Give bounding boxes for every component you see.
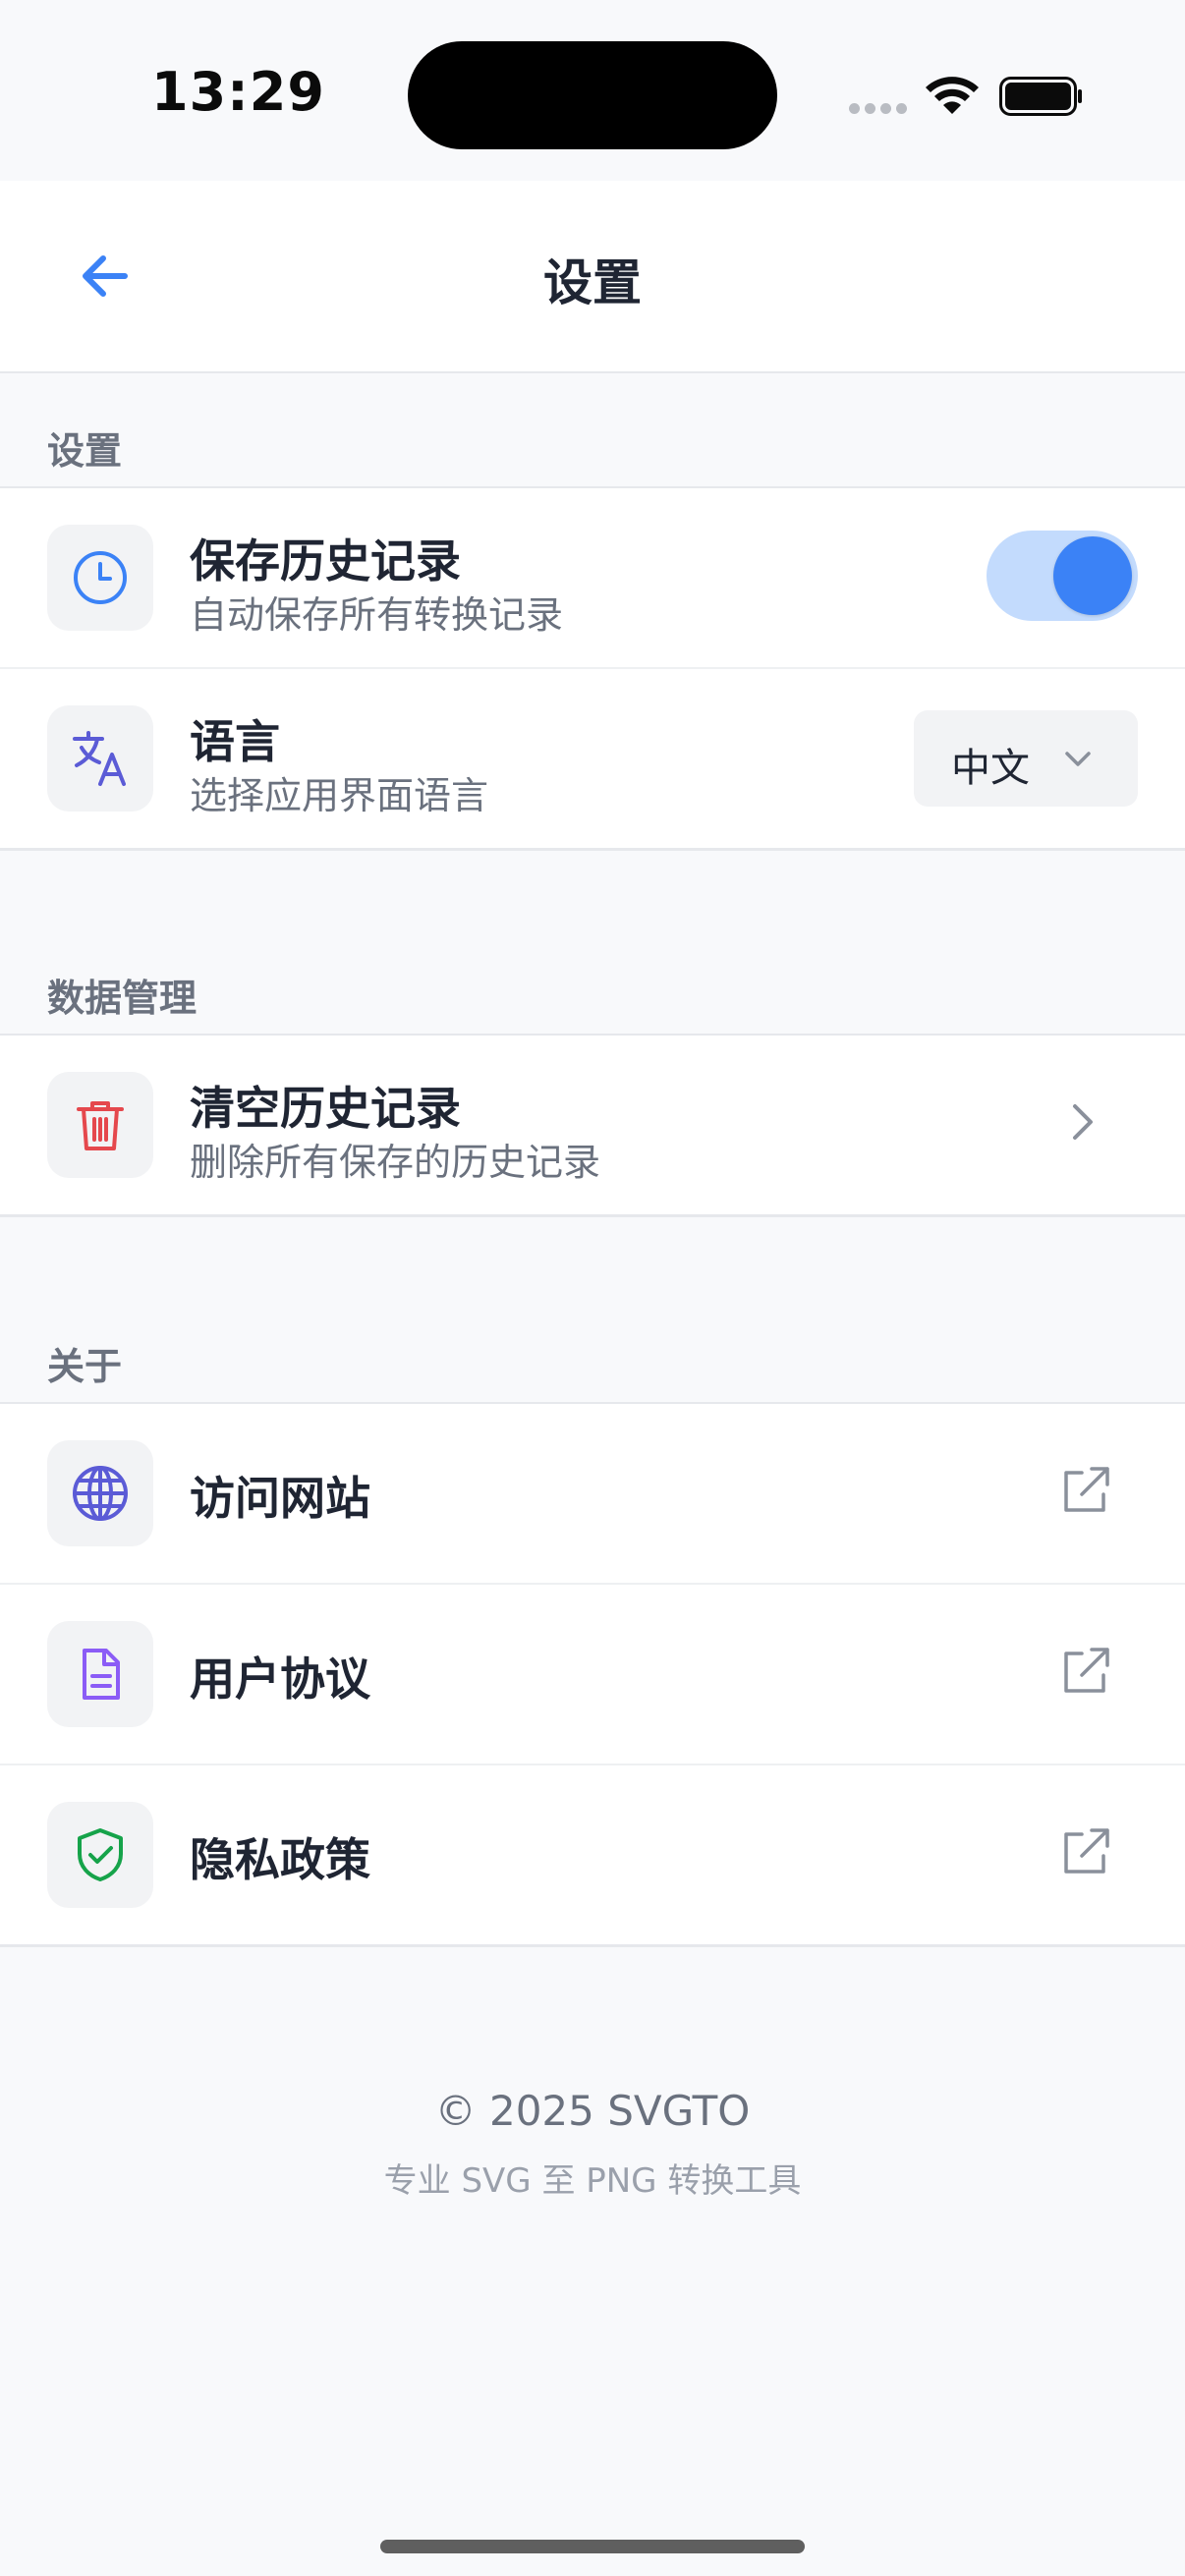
external-link-icon: [1064, 1648, 1109, 1693]
clear-history-title: 清空历史记录: [190, 1082, 461, 1135]
language-title: 语言: [190, 715, 280, 768]
wifi-icon: [926, 77, 979, 114]
language-select[interactable]: 中文: [914, 710, 1138, 807]
user-agreement-row[interactable]: 用户协议: [0, 1583, 1185, 1764]
document-icon: [83, 1649, 120, 1700]
page-title: 设置: [543, 254, 642, 311]
language-subtitle: 选择应用界面语言: [190, 774, 489, 817]
dynamic-island: [408, 41, 777, 149]
home-indicator[interactable]: [380, 2540, 805, 2553]
visit-website-title: 访问网站: [190, 1472, 370, 1525]
chevron-right-icon: [1073, 1104, 1093, 1140]
shield-icon-box: [47, 1802, 153, 1908]
battery-icon: [999, 77, 1082, 116]
trash-icon: [77, 1101, 124, 1150]
translate-icon-box: [47, 705, 153, 812]
section-label-settings: 设置: [47, 429, 123, 473]
footer-copyright: © 2025 SVGTO: [434, 2087, 751, 2135]
external-link-icon: [1064, 1467, 1109, 1512]
save-history-row: 保存历史记录 自动保存所有转换记录: [0, 488, 1185, 667]
status-time: 13:29: [151, 61, 325, 123]
shield-check-icon: [78, 1828, 123, 1881]
privacy-policy-row[interactable]: 隐私政策: [0, 1764, 1185, 1944]
section-label-data-management: 数据管理: [47, 977, 198, 1020]
about-group: 访问网站 用户协议 隐私政策: [0, 1402, 1185, 1947]
footer-tagline: 专业 SVG 至 PNG 转换工具: [383, 2161, 802, 2201]
chevron-down-icon: [1065, 752, 1091, 766]
save-history-subtitle: 自动保存所有转换记录: [190, 593, 564, 637]
toggle-knob: [1053, 536, 1132, 615]
user-agreement-title: 用户协议: [190, 1652, 370, 1706]
translate-icon: [73, 731, 126, 786]
cellular-signal-icon: [849, 103, 908, 115]
settings-group: 保存历史记录 自动保存所有转换记录 语言 选择应用界面语言 中文: [0, 486, 1185, 851]
clock-icon: [74, 551, 127, 604]
clock-icon-box: [47, 525, 153, 631]
clear-history-row[interactable]: 清空历史记录 删除所有保存的历史记录: [0, 1036, 1185, 1214]
document-icon-box: [47, 1621, 153, 1727]
visit-website-row[interactable]: 访问网站: [0, 1404, 1185, 1583]
language-select-value: 中文: [951, 746, 1030, 791]
globe-icon-box: [47, 1440, 153, 1546]
data-management-group: 清空历史记录 删除所有保存的历史记录: [0, 1034, 1185, 1217]
external-link-icon: [1064, 1828, 1109, 1874]
privacy-policy-title: 隐私政策: [190, 1833, 370, 1886]
save-history-toggle[interactable]: [987, 531, 1138, 621]
section-label-about: 关于: [47, 1345, 123, 1388]
clear-history-subtitle: 删除所有保存的历史记录: [190, 1141, 601, 1184]
status-bar: 13:29: [0, 0, 1185, 181]
trash-icon-box: [47, 1072, 153, 1178]
navigation-bar: 设置: [0, 181, 1185, 373]
save-history-title: 保存历史记录: [190, 534, 461, 588]
globe-icon: [73, 1466, 128, 1521]
language-row: 语言 选择应用界面语言 中文: [0, 667, 1185, 848]
